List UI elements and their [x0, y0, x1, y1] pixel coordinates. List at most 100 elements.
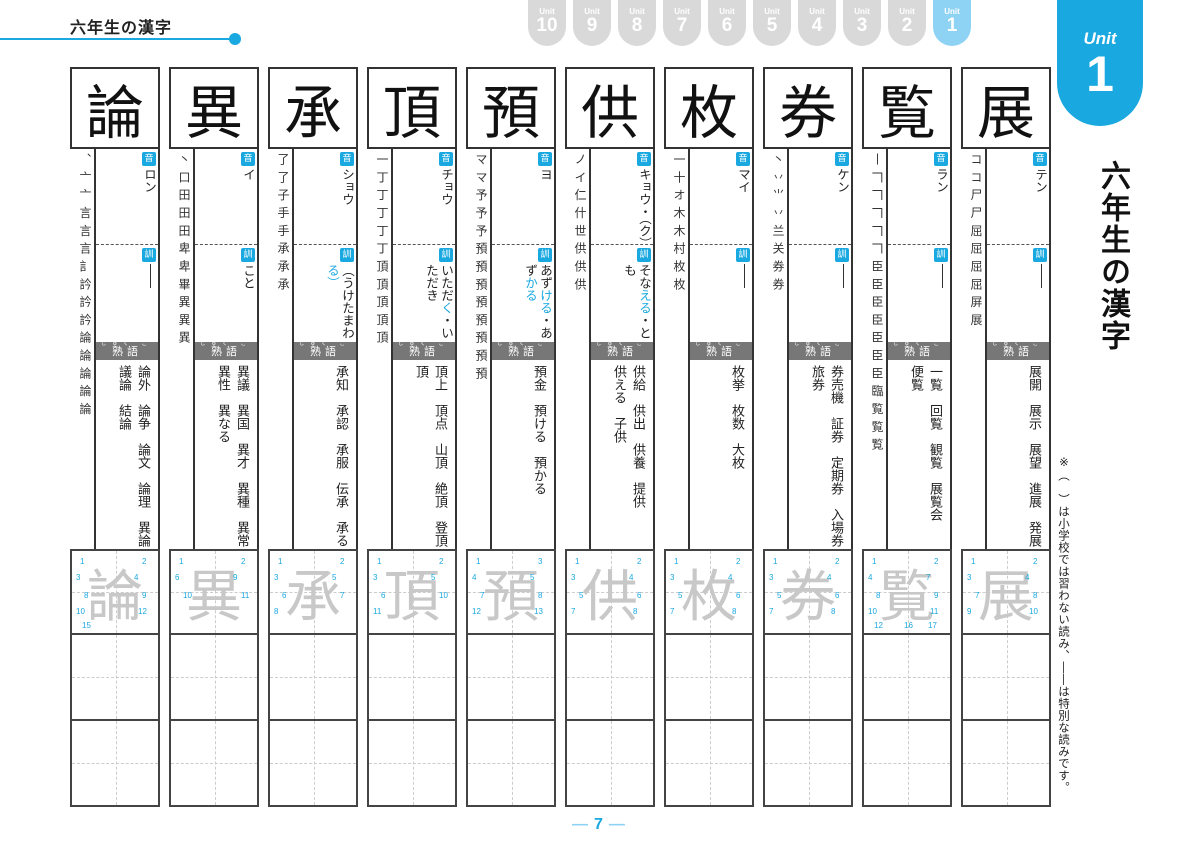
trace-box[interactable]: 論 1 2 3 4 8 9 10 12 15 — [70, 549, 160, 635]
header-underline — [0, 38, 236, 40]
kun-reading-area: 訓そなえる・とも — [591, 244, 653, 344]
trace-box[interactable]: 頂 1 2 3 5 6 10 11 — [367, 549, 457, 635]
kun-reading: あずける・あずかる — [523, 264, 553, 339]
practice-box[interactable] — [268, 721, 358, 807]
jukugo-word: 供養 — [630, 443, 645, 469]
on-reading: テン — [1033, 168, 1048, 193]
jukugo-word: 枚数 — [729, 404, 744, 430]
trace-box[interactable]: 枚12345678 — [664, 549, 754, 635]
stroke-order-sequence: コ コ 尸 尸 屈 屈 屈 屈 屏 展 — [969, 153, 983, 327]
kun-reading-area: 訓いただく・いただき — [393, 244, 455, 344]
practice-box[interactable] — [367, 721, 457, 807]
unit-tab-label: Unit — [719, 7, 735, 16]
practice-box[interactable] — [367, 635, 457, 721]
practice-box[interactable] — [565, 635, 655, 721]
unit-tab-7[interactable]: Unit 7 — [663, 0, 701, 46]
kun-badge: 訓 — [1033, 248, 1047, 262]
stroke-number: 7 — [480, 591, 485, 600]
trace-box[interactable]: 覧 1 2 4 7 8 9 10 11 12 16 17 — [862, 549, 952, 635]
stroke-number: 9 — [142, 591, 147, 600]
reading-panel: 音ヨ訓あずける・あずかる じゅく ご熟語 預金 預ける 預かる — [490, 149, 556, 549]
practice-box[interactable] — [169, 635, 259, 721]
unit-tab-number: 8 — [631, 15, 643, 36]
unit-tab-4[interactable]: Unit 4 — [798, 0, 836, 46]
practice-box[interactable] — [961, 721, 1051, 807]
stroke-number: 8 — [274, 607, 279, 616]
kun-reading-area: 訓あずける・あずかる — [492, 244, 554, 344]
unit-tab-6[interactable]: Unit 6 — [708, 0, 746, 46]
stroke-order-sequence: 了 了 子 手 手 承 承 承 — [276, 153, 290, 291]
stroke-number: 2 — [1033, 557, 1038, 566]
jukugo-furigana: じゅく ご — [299, 341, 351, 347]
jukugo-furigana: じゅく ご — [398, 341, 450, 347]
stroke-number: 8 — [538, 591, 543, 600]
trace-box[interactable]: 供12345678 — [565, 549, 655, 635]
stroke-number: 8 — [831, 607, 836, 616]
practice-box[interactable] — [466, 635, 556, 721]
practice-box[interactable] — [862, 635, 952, 721]
unit-tab-8[interactable]: Unit 8 — [618, 0, 656, 46]
on-badge: 音 — [538, 152, 552, 166]
unit-tab-9[interactable]: Unit 9 — [573, 0, 611, 46]
stroke-number: 10 — [183, 591, 192, 600]
jukugo-word: 異性 — [215, 365, 230, 391]
practice-box[interactable] — [664, 635, 754, 721]
stroke-number: 3 — [538, 557, 543, 566]
unit-tab-10[interactable]: Unit 10 — [528, 0, 566, 46]
jukugo-furigana: じゅく ご — [893, 341, 945, 347]
kun-reading: （うけたまわる） — [325, 264, 355, 339]
stroke-number: 6 — [637, 591, 642, 600]
practice-box[interactable] — [961, 635, 1051, 721]
jukugo-word: 展望 — [1026, 443, 1041, 469]
kanji-column: 展コ コ 尸 尸 屈 屈 屈 屈 屏 展音テン訓じゅく ご熟語 展開 展示 展望 … — [961, 67, 1051, 807]
jukugo-header: じゅく ご熟語 — [591, 341, 653, 360]
practice-box[interactable] — [268, 635, 358, 721]
jukugo-word: 異なる — [215, 404, 230, 443]
unit-tab-3[interactable]: Unit 3 — [843, 0, 881, 46]
kun-reading-area: 訓 — [690, 244, 752, 344]
stroke-number: 9 — [967, 607, 972, 616]
kanji-column: 枚一 十 オ 木 木 村 枚 枚音マイ訓じゅく ご熟語 枚挙 枚数 大枚 枚123… — [664, 67, 754, 807]
jukugo-furigana: じゅく ご — [695, 341, 747, 347]
stroke-number: 7 — [571, 607, 576, 616]
stroke-number: 1 — [872, 557, 877, 566]
jukugo-word: 頂 — [413, 365, 428, 378]
on-reading: キョウ・（ク） — [637, 168, 652, 250]
stroke-number: 10 — [868, 607, 877, 616]
kanji-character: 異 — [169, 67, 259, 149]
practice-box[interactable] — [169, 721, 259, 807]
on-reading-area: 音マイ — [690, 149, 752, 244]
practice-box[interactable] — [70, 635, 160, 721]
current-unit-number: 1 — [1086, 46, 1114, 102]
kanji-column: 頂一 丁 丁 丁 丁 丁 頂 頂 頂 頂 頂音チョウ訓いただく・いただき じゅく … — [367, 67, 457, 807]
trace-box[interactable]: 券12345678 — [763, 549, 853, 635]
practice-box[interactable] — [664, 721, 754, 807]
trace-box[interactable]: 承1235678 — [268, 549, 358, 635]
unit-tab-label: Unit — [629, 7, 645, 16]
current-unit-label: Unit — [1083, 29, 1117, 48]
practice-box[interactable] — [70, 721, 160, 807]
unit-tab-1[interactable]: Unit 1 — [933, 0, 971, 46]
unit-tab-5[interactable]: Unit 5 — [753, 0, 791, 46]
stroke-number: 1 — [377, 557, 382, 566]
trace-box[interactable]: 異 1 2 6 9 10 11 — [169, 549, 259, 635]
stroke-number: 1 — [674, 557, 679, 566]
practice-box[interactable] — [565, 721, 655, 807]
practice-box[interactable] — [763, 635, 853, 721]
unit-tab-number: 1 — [946, 15, 958, 36]
trace-box[interactable]: 展 1 2 3 4 7 8 9 10 — [961, 549, 1051, 635]
stroke-number: 9 — [934, 591, 939, 600]
practice-box[interactable] — [862, 721, 952, 807]
side-note: ※（ ）は小学校では習わない読み、――は特別な読みです。 — [1057, 455, 1071, 794]
stroke-number: 5 — [678, 591, 683, 600]
practice-box[interactable] — [763, 721, 853, 807]
jukugo-header: じゅく ご熟語 — [789, 341, 851, 360]
practice-box[interactable] — [466, 721, 556, 807]
jukugo-list: 異議 異国 異才 異種 異常 異性 異なる — [195, 362, 257, 548]
stroke-number: 1 — [773, 557, 778, 566]
trace-box[interactable]: 預 1 3 4 5 7 8 12 13 — [466, 549, 556, 635]
stroke-number: 7 — [926, 573, 931, 582]
jukugo-word: 展開 — [1026, 365, 1041, 391]
stroke-number: 11 — [930, 607, 939, 616]
unit-tab-2[interactable]: Unit 2 — [888, 0, 926, 46]
